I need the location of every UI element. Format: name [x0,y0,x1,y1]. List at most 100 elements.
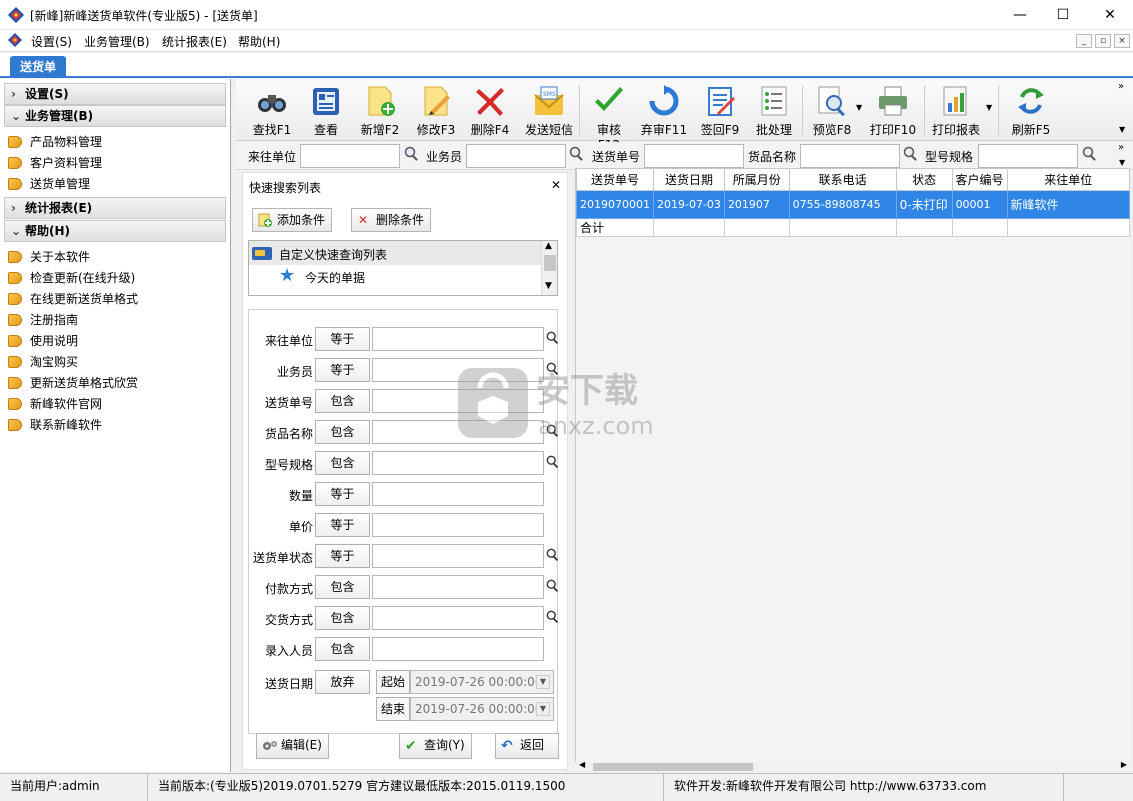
view-button[interactable]: 查看 [306,83,346,139]
edit-button[interactable]: 修改F3 [414,83,458,139]
column-header[interactable]: 来往单位 [1006,168,1130,191]
edit-conditions-button[interactable]: 编辑(E) [256,733,329,759]
sidebar-item-register-guide[interactable]: 注册指南 [8,310,78,330]
new-button[interactable]: 新增F2 [358,83,402,139]
sidebar-item-taobao[interactable]: 淘宝购买 [8,352,78,372]
sidebar-section-reports[interactable]: › 统计报表(E) [4,197,226,219]
search-icon[interactable] [546,331,560,345]
query-button[interactable]: ✔ 查询(Y) [399,733,472,759]
dropdown-arrow-icon[interactable]: ▼ [986,103,992,112]
maximize-button[interactable]: ☐ [1040,0,1086,30]
mdi-minimize-button[interactable]: _ [1076,34,1092,48]
table-cell[interactable]: 00001 [951,190,1008,219]
scroll-right-icon[interactable]: ▶ [1121,760,1127,769]
refresh-button[interactable]: 刷新F5 [1008,83,1054,139]
column-header[interactable]: 状态 [895,168,953,191]
filter-note-number-input[interactable] [644,144,744,168]
condition-value-input[interactable] [372,513,544,537]
preview-button[interactable]: 预览F8 [810,83,854,139]
column-header[interactable]: 送货日期 [653,168,725,191]
condition-operator[interactable]: 包含 [315,451,370,475]
menu-reports[interactable]: 统计报表(E) [162,33,227,50]
condition-value-input[interactable] [372,451,544,475]
table-cell[interactable]: 2019-07-03 [653,190,725,219]
scroll-down-icon[interactable]: ▼ [545,281,552,291]
toolbar-overflow-icon[interactable]: » [1118,81,1124,92]
sidebar-section-settings[interactable]: › 设置(S) [4,83,226,105]
delete-button[interactable]: 删除F4 [468,83,512,139]
table-cell[interactable]: 201907 [723,190,790,219]
return-button[interactable]: ↶ 返回(N [495,733,559,759]
sidebar-item-delivery-notes[interactable]: 送货单管理 [8,174,90,194]
condition-operator[interactable]: 包含 [315,575,370,599]
close-icon[interactable]: ✕ [551,178,561,192]
tab-delivery-note[interactable]: 送货单 [10,56,66,78]
unapprove-button[interactable]: 弃审F11 [640,83,688,139]
scroll-up-icon[interactable]: ▲ [545,241,552,251]
send-sms-button[interactable]: SMS 发送短信 [521,83,577,139]
chevron-down-icon[interactable]: ▼ [536,702,550,716]
filter-company-input[interactable] [300,144,400,168]
condition-operator[interactable]: 放弃 [315,670,370,694]
sidebar-item-contact[interactable]: 联系新峰软件 [8,415,102,435]
menu-business[interactable]: 业务管理(B) [84,33,150,50]
close-button[interactable]: ✕ [1087,0,1133,30]
dropdown-arrow-icon[interactable]: ▼ [856,103,862,112]
table-cell[interactable]: 新峰软件 [1006,190,1130,219]
condition-value-input[interactable] [372,482,544,506]
condition-value-input[interactable] [372,327,544,351]
condition-value-input[interactable] [372,606,544,630]
date-end-input[interactable]: 2019-07-26 00:00:00 ▼ [410,697,554,721]
print-report-button[interactable]: 打印报表 [930,83,982,139]
condition-operator[interactable]: 等于 [315,482,370,506]
table-cell[interactable]: 0-未打印 [895,190,953,219]
grid-scroll-thumb[interactable] [593,763,753,771]
condition-value-input[interactable] [372,544,544,568]
column-header[interactable]: 所属月份 [723,168,790,191]
search-icon[interactable] [1082,146,1098,162]
batch-button[interactable]: 批处理 [752,83,796,139]
condition-operator[interactable]: 等于 [315,544,370,568]
delete-condition-button[interactable]: ✕ 删除条件 [351,208,432,232]
search-icon[interactable] [546,548,560,562]
approve-button[interactable]: 审核F12 [586,83,632,152]
menu-help[interactable]: 帮助(H) [238,33,280,50]
tree-scroll-thumb[interactable] [544,255,556,271]
sidebar-item-products[interactable]: 产品物料管理 [8,132,102,152]
filter-salesman-input[interactable] [466,144,566,168]
search-icon[interactable] [569,146,585,162]
sign-back-button[interactable]: 签回F9 [698,83,742,139]
sidebar-item-update-format[interactable]: 在线更新送货单格式 [8,289,138,309]
search-icon[interactable] [546,579,560,593]
condition-operator[interactable]: 包含 [315,637,370,661]
condition-operator[interactable]: 等于 [315,327,370,351]
filter-product-input[interactable] [800,144,900,168]
table-row[interactable]: 2019070001 2019-07-03 201907 0755-898087… [576,190,1130,219]
column-header[interactable]: 联系电话 [788,168,897,191]
condition-operator[interactable]: 包含 [315,420,370,444]
sidebar-item-customers[interactable]: 客户资料管理 [8,153,102,173]
sidebar-section-business[interactable]: ⌄ 业务管理(B) [4,105,226,127]
condition-value-input[interactable] [372,637,544,661]
print-button[interactable]: 打印F10 [868,83,918,139]
sidebar-section-help[interactable]: ⌄ 帮助(H) [4,220,226,242]
tree-root-row[interactable]: 自定义快速查询列表 [249,241,541,265]
tree-scrollbar[interactable]: ▲ ▼ [541,241,557,295]
search-icon[interactable] [903,146,919,162]
search-icon[interactable] [546,610,560,624]
sidebar-item-website[interactable]: 新峰软件官网 [8,394,102,414]
chevron-down-icon[interactable]: ▼ [536,675,550,689]
table-cell[interactable]: 2019070001 [576,190,654,219]
condition-operator[interactable]: 包含 [315,389,370,413]
search-icon[interactable] [546,455,560,469]
column-header[interactable]: 送货单号 [576,168,654,191]
condition-value-input[interactable] [372,575,544,599]
filter-model-input[interactable] [978,144,1078,168]
find-button[interactable]: 查找F1 [250,83,294,139]
mdi-close-button[interactable]: × [1114,34,1130,48]
grid-horizontal-scrollbar[interactable]: ◀ ▶ [575,760,1131,772]
condition-operator[interactable]: 包含 [315,606,370,630]
add-condition-button[interactable]: 添加条件 [252,208,333,232]
filter-overflow-icon[interactable]: » [1118,142,1124,153]
filter-scroll-down-icon[interactable]: ▼ [1119,158,1125,167]
